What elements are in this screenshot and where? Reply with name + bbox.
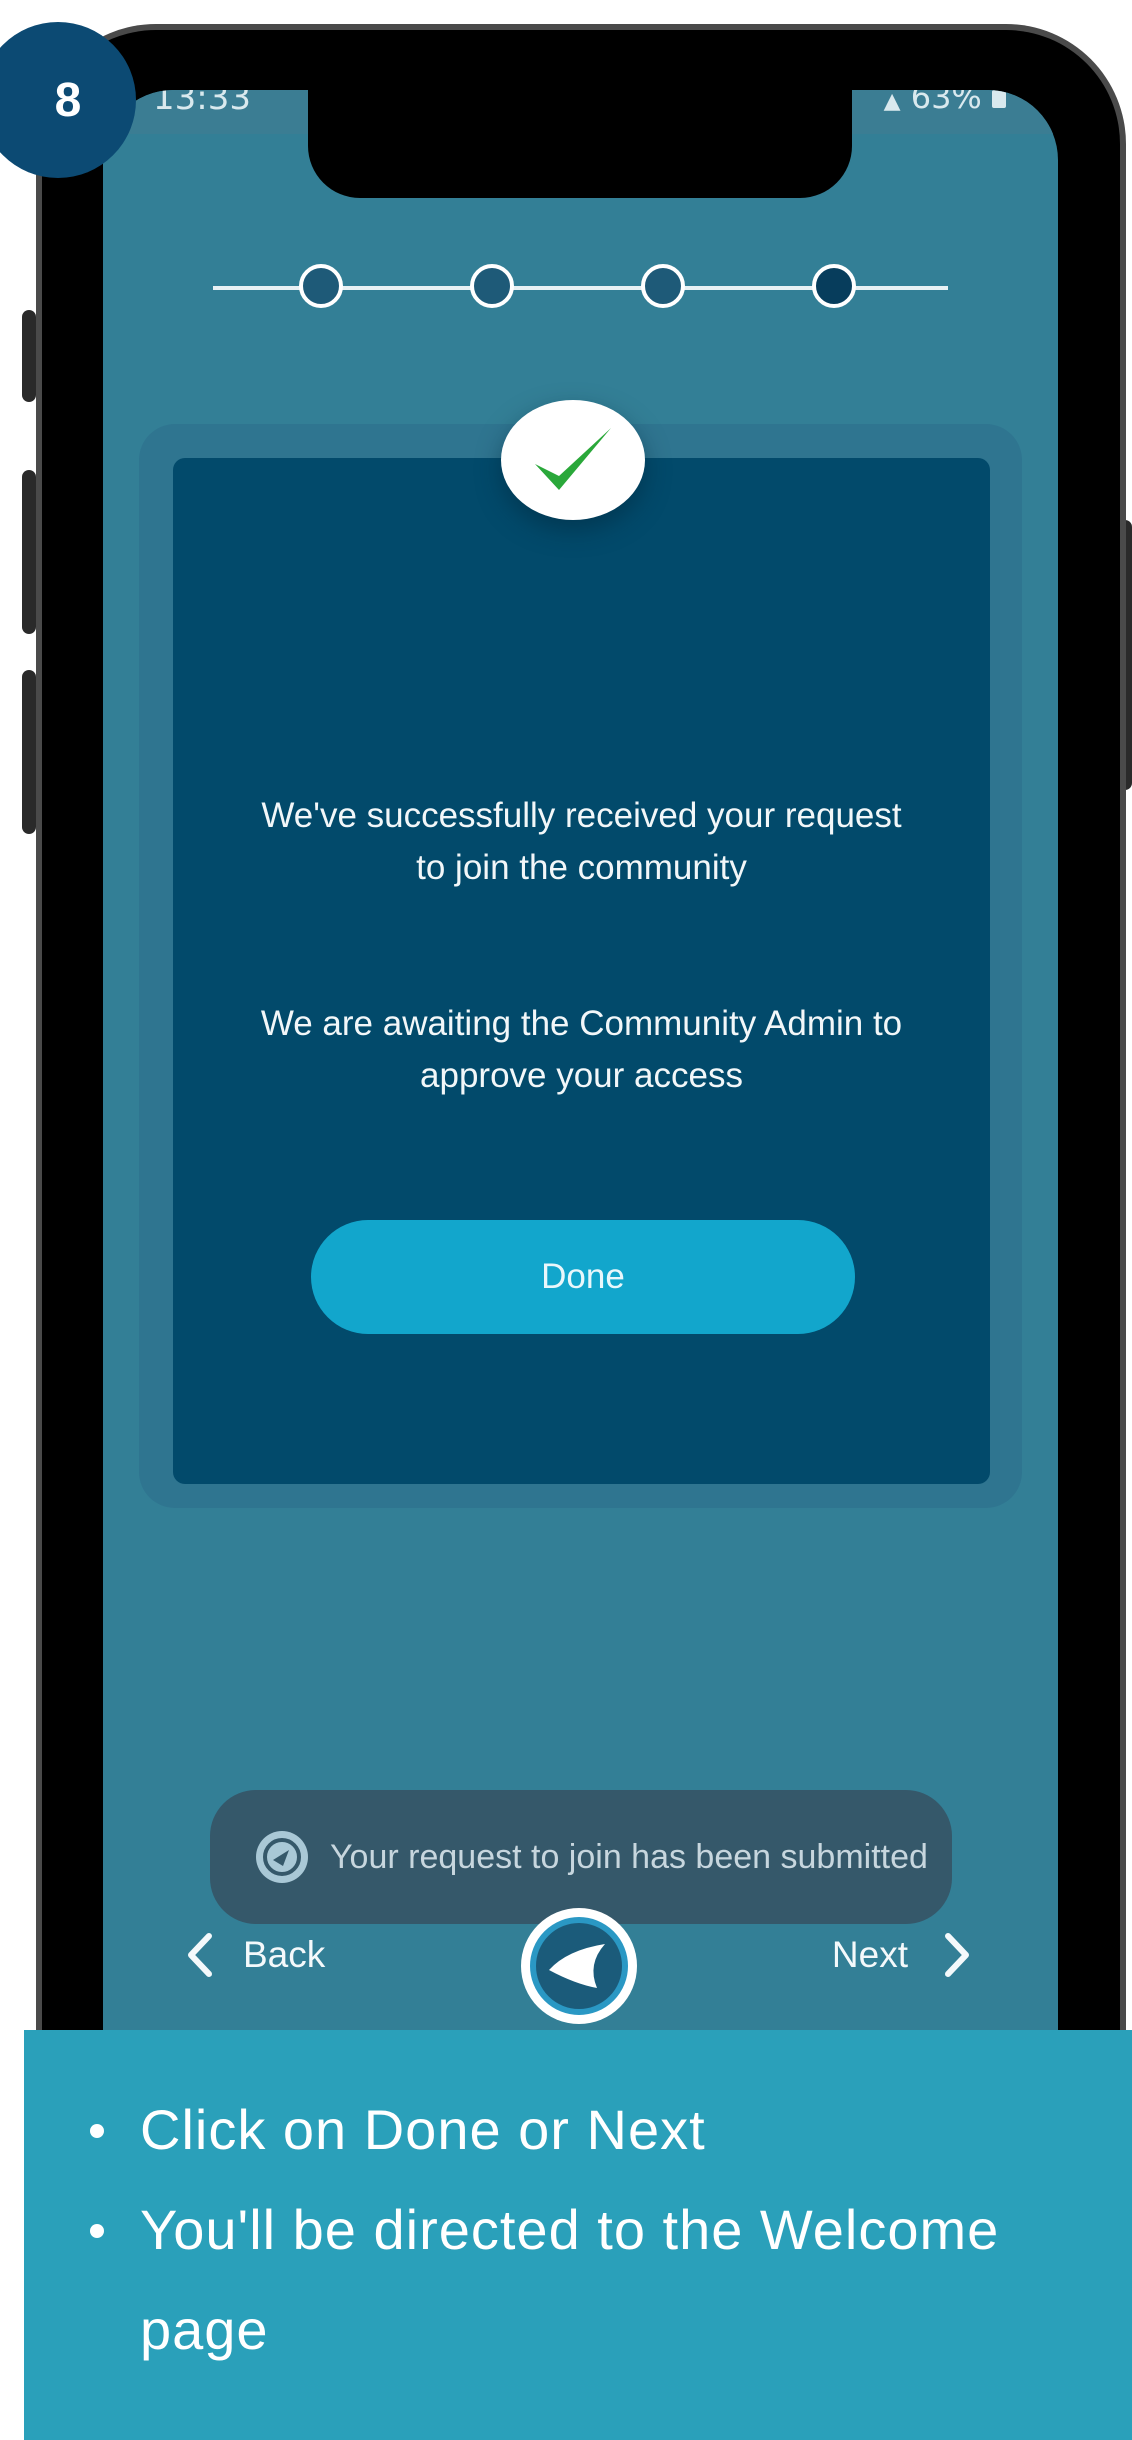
- chevron-right-icon: [945, 1933, 969, 1977]
- app-logo-button[interactable]: [521, 1908, 637, 2024]
- phone-notch: [308, 90, 852, 198]
- instruction-list: Click on Done or Next You'll be directed…: [84, 2080, 1084, 2380]
- toast-text: Your request to join has been submitted: [330, 1838, 928, 1876]
- phone-button-left-3: [22, 670, 36, 834]
- toast-notification: Your request to join has been submitted: [210, 1790, 952, 1924]
- confirmation-message-awaiting: We are awaiting the Community Admin to a…: [260, 1004, 903, 1095]
- phone-button-left-2: [22, 470, 36, 634]
- app-logo-icon: [256, 1831, 308, 1883]
- done-button[interactable]: Done: [311, 1220, 855, 1334]
- back-button[interactable]: Back: [185, 1930, 325, 1980]
- battery-level: 63%: [910, 90, 982, 116]
- status-indicators: ▲ 63%: [884, 90, 1006, 116]
- confirmation-message-received: We've successfully received your request…: [261, 796, 902, 887]
- step-dot-4: [812, 264, 856, 308]
- instruction-item: You'll be directed to the Welcome page: [84, 2180, 1084, 2380]
- next-label: Next: [831, 1934, 908, 1975]
- back-label: Back: [243, 1934, 326, 1975]
- next-button[interactable]: Next: [832, 1930, 972, 1980]
- step-dot-2: [470, 264, 514, 308]
- chevron-left-icon: [188, 1933, 212, 1977]
- app-logo-icon: [530, 1917, 628, 2015]
- instruction-item: Click on Done or Next: [84, 2080, 1084, 2180]
- battery-icon: [992, 90, 1006, 108]
- success-badge: [501, 400, 645, 520]
- phone-button-left-1: [22, 310, 36, 402]
- step-dot-1: [299, 264, 343, 308]
- phone-screen: 13:33 ▲ 63% We've successfully received …: [103, 90, 1058, 2030]
- status-time: 13:33: [153, 90, 251, 118]
- step-dot-3: [641, 264, 685, 308]
- instruction-panel: Click on Done or Next You'll be directed…: [24, 2030, 1132, 2440]
- checkmark-icon: [535, 428, 611, 490]
- signal-icon: ▲: [883, 90, 901, 114]
